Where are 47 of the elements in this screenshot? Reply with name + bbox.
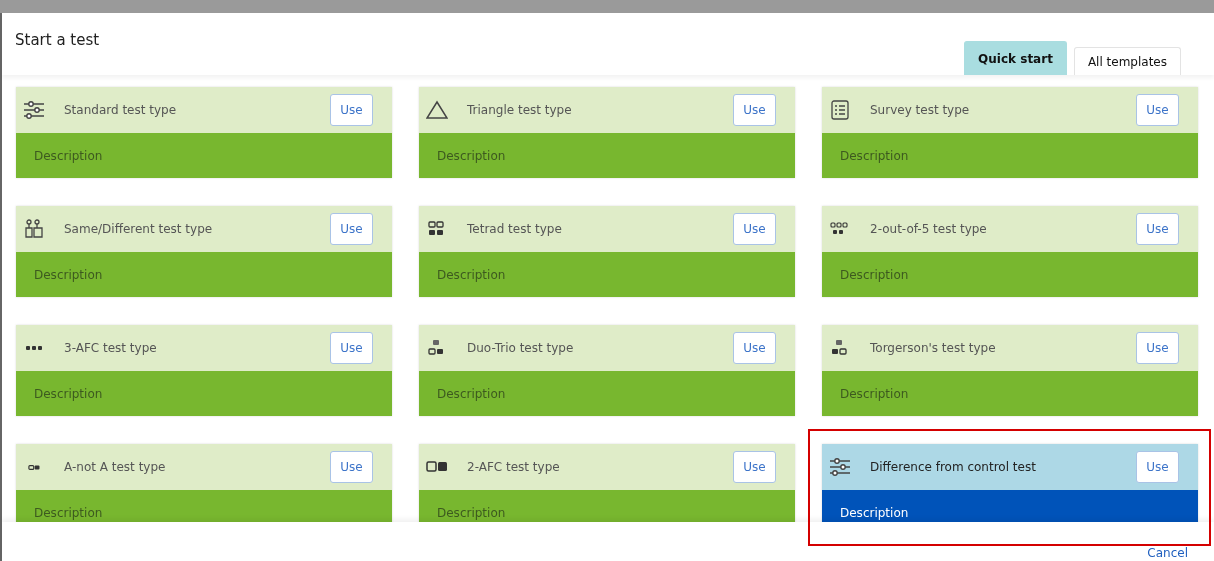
squares-icon <box>28 464 40 470</box>
sliders-icon <box>23 100 45 120</box>
card-description: Description <box>34 505 103 520</box>
use-button[interactable]: Use <box>1136 213 1179 245</box>
checklist-icon <box>829 100 851 120</box>
card-title: 2-out-of-5 test type <box>870 222 988 236</box>
card-description: Description <box>437 148 506 163</box>
use-button[interactable]: Use <box>1136 332 1179 364</box>
use-button[interactable]: Use <box>733 332 776 364</box>
use-button[interactable]: Use <box>733 94 776 126</box>
card-title: Tetrad test type <box>467 222 563 236</box>
use-button[interactable]: Use <box>733 213 776 245</box>
use-button[interactable]: Use <box>330 213 373 245</box>
card-title: 3-AFC test type <box>64 341 158 355</box>
card-title: A-not A test type <box>64 460 167 474</box>
card-title: Torgerson's test type <box>870 341 997 355</box>
card-title: 2-AFC test type <box>467 460 561 474</box>
triangle-icon <box>426 100 448 120</box>
card-title: Triangle test type <box>467 103 573 117</box>
card-description: Description <box>34 148 103 163</box>
sliders-icon <box>829 457 851 477</box>
dots-icon <box>26 346 42 350</box>
card-title: Difference from control test <box>870 460 1037 474</box>
card-description: Description <box>34 386 103 401</box>
use-button[interactable]: Use <box>1136 94 1179 126</box>
card-title: Survey test type <box>870 103 971 117</box>
use-button[interactable]: Use <box>330 94 373 126</box>
card-description: Description <box>840 505 909 520</box>
card-description: Description <box>840 148 909 163</box>
tab[interactable]: All templates <box>1073 47 1181 75</box>
use-button[interactable]: Use <box>330 332 373 364</box>
card-description: Description <box>840 386 909 401</box>
use-button[interactable]: Use <box>733 451 776 483</box>
use-button[interactable]: Use <box>330 451 373 483</box>
card-description: Description <box>437 505 506 520</box>
card-description: Description <box>840 267 909 282</box>
card-description: Description <box>437 267 506 282</box>
cancel-link[interactable]: Cancel <box>1147 546 1188 561</box>
card-title: Duo-Trio test type <box>467 341 575 355</box>
people-icon <box>23 219 45 239</box>
use-button[interactable]: Use <box>1136 451 1179 483</box>
card-description: Description <box>34 267 103 282</box>
card-title: Standard test type <box>64 103 178 117</box>
card-description: Description <box>437 386 506 401</box>
dialog-title: Start a test <box>15 31 100 49</box>
card-title: Same/Different test type <box>64 222 214 236</box>
tab[interactable]: Quick start <box>964 41 1067 75</box>
